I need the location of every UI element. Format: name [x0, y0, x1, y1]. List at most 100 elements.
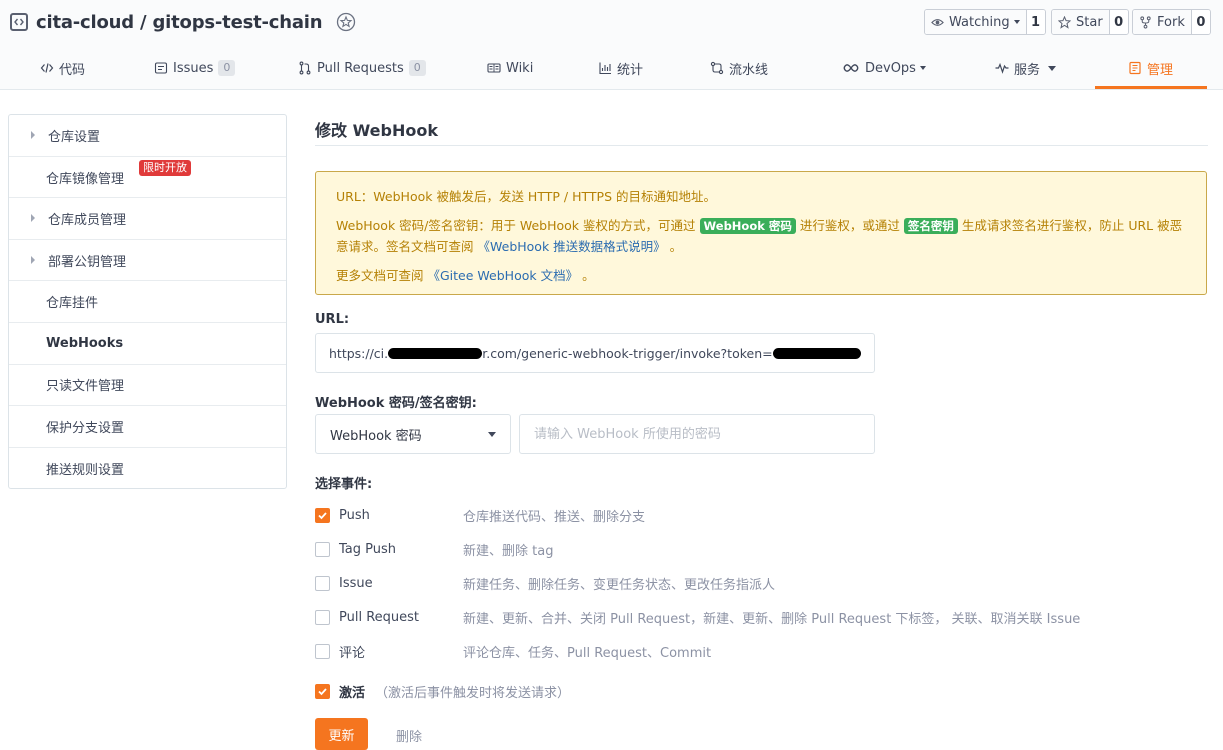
sidebar-item-label: 仓库镜像管理: [46, 172, 125, 188]
watch-count[interactable]: 1: [1026, 10, 1045, 34]
notice-text: 更多文档可查阅: [336, 268, 424, 283]
tab-issues-count: 0: [218, 60, 236, 76]
active-checkbox[interactable]: [315, 683, 330, 699]
tab-wiki-label: Wiki: [506, 60, 534, 76]
tab-code-label: 代码: [59, 62, 86, 78]
tag-push-checkbox[interactable]: [315, 541, 330, 557]
sidebar-item-protected-branches[interactable]: 保护分支设置: [9, 406, 286, 448]
caret-right-icon: [31, 214, 35, 223]
check-icon: [318, 687, 327, 695]
sidebar-item-deploy-keys[interactable]: 部署公钥管理: [9, 240, 286, 282]
sidebar-item-repo-settings[interactable]: 仓库设置: [9, 115, 286, 157]
recommend-badge-icon: [337, 12, 356, 32]
gitee-webhook-docs-link[interactable]: 《Gitee WebHook 文档》: [428, 268, 579, 283]
star-icon: [1058, 15, 1071, 29]
notice-text: 。: [582, 268, 595, 283]
page-title: 修改 WebHook: [315, 121, 438, 140]
star-button[interactable]: Star: [1052, 10, 1110, 34]
watch-label: Watching: [949, 14, 1010, 30]
repo-header: cita-cloud / gitops-test-chain Watching …: [0, 0, 1223, 90]
sidebar-item-label: 推送规则设置: [46, 463, 125, 479]
tab-devops-label: DevOps: [865, 60, 916, 76]
caret-down-icon: [1013, 20, 1020, 24]
event-desc: 仓库推送代码、推送、删除分支: [463, 509, 646, 525]
star-count[interactable]: 0: [1109, 10, 1128, 34]
sidebar-item-label: 只读文件管理: [46, 379, 125, 395]
sidebar-item-webhooks[interactable]: WebHooks: [9, 323, 286, 365]
tab-pipeline-label: 流水线: [729, 62, 769, 78]
caret-right-icon: [31, 131, 35, 140]
star-group: Star 0: [1051, 9, 1129, 35]
repo-name-link[interactable]: cita-cloud / gitops-test-chain: [36, 12, 323, 33]
events-label: 选择事件:: [315, 477, 373, 492]
event-name: Pull Request: [339, 609, 420, 625]
signature-key-tag: 签名密钥: [903, 218, 958, 234]
tab-stats-label: 统计: [617, 62, 644, 78]
tab-wiki[interactable]: Wiki: [487, 46, 533, 90]
comment-checkbox[interactable]: [315, 643, 330, 659]
event-desc: 评论仓库、任务、Pull Request、Commit: [463, 645, 712, 661]
event-name: Tag Push: [339, 541, 397, 557]
dropdown-arrow-icon: [488, 431, 496, 437]
delete-button[interactable]: 删除: [396, 726, 422, 745]
code-icon: [40, 63, 54, 73]
chart-icon: [599, 62, 611, 75]
fork-button[interactable]: Fork: [1133, 10, 1192, 34]
issue-checkbox[interactable]: [315, 575, 330, 591]
redacted-block: [772, 347, 861, 359]
sidebar-item-members[interactable]: 仓库成员管理: [9, 198, 286, 240]
event-row-comment: 评论 评论仓库、任务、Pull Request、Commit: [315, 641, 1208, 661]
tab-manage-label: 管理: [1147, 62, 1174, 78]
fork-group: Fork 0: [1132, 9, 1211, 35]
notice-text: 进行鉴权，或通过: [799, 218, 900, 233]
event-desc: 新建、更新、合并、关闭 Pull Request，新建、更新、删除 Pull R…: [463, 611, 1081, 627]
update-button[interactable]: 更新: [315, 718, 368, 750]
pull-request-icon: [299, 61, 311, 75]
event-name: Push: [339, 507, 370, 523]
manage-icon: [1129, 61, 1141, 75]
secret-label: WebHook 密码/签名密钥:: [315, 396, 477, 411]
event-name: 评论: [339, 645, 366, 661]
push-checkbox[interactable]: [315, 507, 330, 523]
sidebar-item-label: 仓库挂件: [46, 296, 99, 312]
redacted-block: [388, 347, 483, 359]
event-desc: 新建、删除 tag: [463, 543, 554, 559]
secret-type-value: WebHook 密码: [330, 428, 422, 444]
caret-right-icon: [31, 256, 35, 265]
sidebar-item-widgets[interactable]: 仓库挂件: [9, 281, 286, 323]
sidebar-item-label: 仓库成员管理: [48, 212, 127, 228]
tab-services[interactable]: 服务: [995, 46, 1057, 90]
limited-open-badge: 限时开放: [139, 159, 191, 176]
secret-input[interactable]: [519, 414, 875, 454]
pull-request-checkbox[interactable]: [315, 609, 330, 625]
push-data-format-link[interactable]: 《WebHook 推送数据格式说明》: [478, 239, 666, 254]
pulse-icon: [995, 62, 1009, 74]
fork-count[interactable]: 0: [1191, 10, 1210, 34]
pipeline-icon: [710, 61, 724, 75]
repo-nav-tabs: 代码 Issues 0 Pull Requests 0 Wiki 统计 流水线 …: [0, 46, 1223, 90]
event-row-pull-request: Pull Request 新建、更新、合并、关闭 Pull Request，新建…: [315, 607, 1208, 627]
watch-button[interactable]: Watching: [925, 10, 1027, 34]
sidebar-item-label: 仓库设置: [48, 129, 101, 145]
sidebar-item-readonly-files[interactable]: 只读文件管理: [9, 365, 286, 407]
tab-pull-requests-count: 0: [408, 60, 426, 76]
event-row-tag-push: Tag Push 新建、删除 tag: [315, 539, 1208, 559]
caret-down-icon: [1048, 65, 1057, 71]
tab-issues[interactable]: Issues 0: [154, 46, 236, 90]
tab-pull-requests[interactable]: Pull Requests 0: [298, 46, 426, 90]
sidebar-item-push-rules[interactable]: 推送规则设置: [9, 448, 286, 490]
tab-manage[interactable]: 管理: [1128, 46, 1173, 90]
repo-icon: [10, 13, 28, 31]
secret-type-select[interactable]: WebHook 密码: [315, 414, 511, 454]
event-row-issue: Issue 新建任务、删除任务、变更任务状态、更改任务指派人: [315, 573, 1208, 593]
active-tab-indicator: [1095, 86, 1207, 89]
sidebar-item-mirror[interactable]: 仓库镜像管理 限时开放: [9, 157, 286, 199]
tab-stats[interactable]: 统计: [598, 46, 643, 90]
url-input[interactable]: https://ci. r.com/generic-webhook-trigge…: [315, 333, 875, 373]
tab-pipeline[interactable]: 流水线: [710, 46, 768, 90]
notice-line-1: URL：WebHook 被触发后，发送 HTTP / HTTPS 的目标通知地址…: [336, 189, 716, 204]
tab-devops[interactable]: DevOps: [842, 46, 926, 90]
url-label: URL:: [315, 312, 350, 327]
notice-text: 。: [669, 239, 683, 254]
tab-code[interactable]: 代码: [40, 46, 85, 90]
